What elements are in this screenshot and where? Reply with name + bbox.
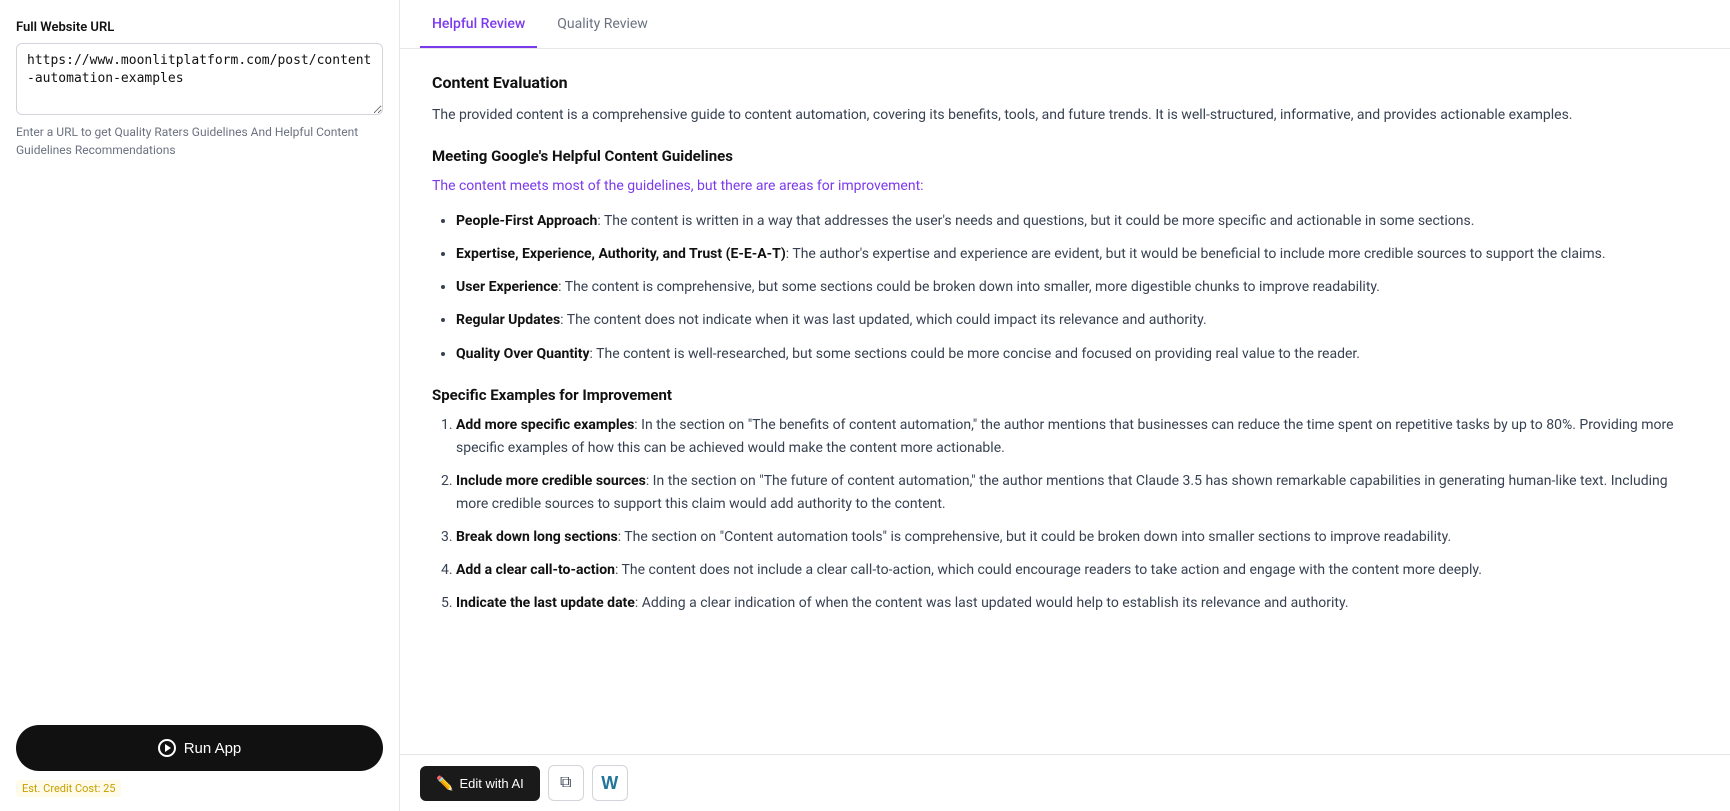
edit-ai-icon: ✏️ xyxy=(436,775,453,792)
tabs-bar: Helpful Review Quality Review xyxy=(400,0,1730,49)
content-evaluation-title: Content Evaluation xyxy=(432,73,1698,92)
list-item: User Experience: The content is comprehe… xyxy=(456,276,1698,299)
copy-button[interactable]: ⧉ xyxy=(548,765,584,801)
run-button-label: Run App xyxy=(184,740,242,757)
helpful-guidelines-title: Meeting Google's Helpful Content Guideli… xyxy=(432,147,1698,165)
tab-quality-review[interactable]: Quality Review xyxy=(545,0,660,48)
right-panel: Helpful Review Quality Review Content Ev… xyxy=(400,0,1730,811)
url-hint: Enter a URL to get Quality Raters Guidel… xyxy=(16,123,383,159)
edit-with-ai-button[interactable]: ✏️ Edit with AI xyxy=(420,766,540,801)
list-item: Add more specific examples: In the secti… xyxy=(456,414,1698,460)
list-item: People-First Approach: The content is wr… xyxy=(456,210,1698,233)
list-item: Quality Over Quantity: The content is we… xyxy=(456,343,1698,366)
wordpress-button[interactable]: W xyxy=(592,765,628,801)
specific-examples-title: Specific Examples for Improvement xyxy=(432,386,1698,404)
edit-ai-label: Edit with AI xyxy=(459,776,523,791)
list-item: Add a clear call-to-action: The content … xyxy=(456,559,1698,582)
credit-cost: Est. Credit Cost: 25 xyxy=(16,780,121,797)
bottom-bar: ✏️ Edit with AI ⧉ W xyxy=(400,754,1730,811)
intro-text: The provided content is a comprehensive … xyxy=(432,104,1698,127)
list-item: Indicate the last update date: Adding a … xyxy=(456,592,1698,615)
numbered-list: Add more specific examples: In the secti… xyxy=(456,414,1698,616)
wordpress-icon: W xyxy=(601,773,618,794)
meets-text: The content meets most of the guidelines… xyxy=(432,175,1698,198)
url-input[interactable]: https://www.moonlitplatform.com/post/con… xyxy=(16,43,383,115)
tab-helpful-review[interactable]: Helpful Review xyxy=(420,0,537,48)
copy-icon: ⧉ xyxy=(560,774,571,792)
left-panel: Full Website URL https://www.moonlitplat… xyxy=(0,0,400,811)
url-label: Full Website URL xyxy=(16,20,383,35)
content-area: Content Evaluation The provided content … xyxy=(400,49,1730,754)
list-item: Regular Updates: The content does not in… xyxy=(456,309,1698,332)
list-item: Expertise, Experience, Authority, and Tr… xyxy=(456,243,1698,266)
bullet-list: People-First Approach: The content is wr… xyxy=(456,210,1698,365)
run-app-button[interactable]: Run App xyxy=(16,725,383,771)
list-item: Break down long sections: The section on… xyxy=(456,526,1698,549)
list-item: Include more credible sources: In the se… xyxy=(456,470,1698,516)
play-icon xyxy=(158,739,176,757)
